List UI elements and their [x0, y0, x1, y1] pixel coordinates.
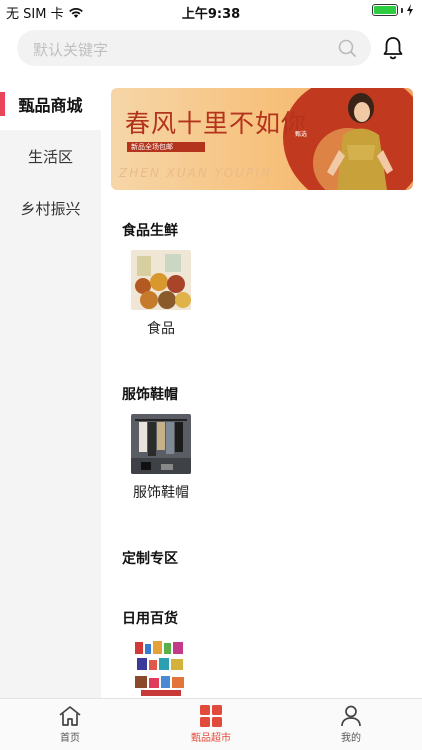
- food-image: [131, 250, 191, 310]
- search-icon[interactable]: [337, 38, 357, 58]
- sidebar-item-living[interactable]: 生活区: [0, 130, 101, 182]
- home-icon: [59, 706, 81, 726]
- product-item-daily-goods[interactable]: [131, 638, 191, 698]
- search-input[interactable]: 默认关键字: [17, 30, 371, 66]
- product-item-clothing[interactable]: 服饰鞋帽: [131, 414, 191, 502]
- bottom-tab-bar: 首页 甄品超市 我的: [0, 698, 422, 750]
- sidebar-item-label: 生活区: [27, 147, 73, 166]
- daily-goods-image: [131, 638, 191, 698]
- charging-icon: [407, 4, 413, 16]
- section-title: 定制专区: [122, 551, 178, 567]
- banner-title: 春风十里不如你: [125, 109, 308, 138]
- banner-model-image: [327, 93, 393, 190]
- banner-badge: 甄选: [294, 128, 308, 142]
- battery-icon: [372, 4, 398, 16]
- banner-tag: 新品全场包邮: [127, 142, 205, 152]
- user-icon: [341, 705, 361, 727]
- tab-zhenpin-market[interactable]: 甄品超市: [171, 705, 251, 744]
- tab-label: 甄品超市: [191, 733, 231, 744]
- tab-mine[interactable]: 我的: [311, 705, 391, 744]
- promo-banner[interactable]: 春风十里不如你 甄选 新品全场包邮 ZHEN XUAN YOUPIN: [111, 88, 413, 190]
- tab-label: 首页: [60, 733, 80, 744]
- tab-home[interactable]: 首页: [30, 705, 110, 744]
- search-placeholder: 默认关键字: [33, 41, 109, 59]
- status-time: 上午9:38: [181, 7, 241, 22]
- product-label: 食品: [147, 321, 175, 337]
- section-title: 食品生鲜: [122, 223, 178, 239]
- product-item-food[interactable]: 食品: [131, 250, 191, 338]
- sidebar-item-rural[interactable]: 乡村振兴: [0, 182, 101, 234]
- battery-fill: [374, 6, 396, 14]
- bell-icon[interactable]: [382, 36, 404, 60]
- tab-label: 我的: [341, 733, 361, 744]
- category-sidebar: 甄品商城 生活区 乡村振兴: [0, 78, 101, 698]
- sidebar-item-label: 乡村振兴: [20, 199, 81, 218]
- sidebar-item-zhenpin-mall[interactable]: 甄品商城: [0, 78, 101, 130]
- battery-cap: [401, 7, 403, 13]
- section-title: 日用百货: [122, 611, 178, 627]
- product-label: 服饰鞋帽: [133, 485, 189, 501]
- section-title: 服饰鞋帽: [122, 387, 178, 403]
- banner-subtitle: ZHEN XUAN YOUPIN: [119, 166, 272, 180]
- clothing-image: [131, 414, 191, 474]
- status-right: [372, 4, 414, 16]
- grid-icon: [200, 705, 222, 727]
- category-content: 春风十里不如你 甄选 新品全场包邮 ZHEN XUAN YOUPIN 食品生鲜 …: [101, 78, 422, 698]
- search-row: 默认关键字: [0, 30, 422, 68]
- status-bar: 无 SIM 卡 上午9:38: [0, 0, 422, 22]
- sidebar-item-label: 甄品商城: [18, 96, 83, 115]
